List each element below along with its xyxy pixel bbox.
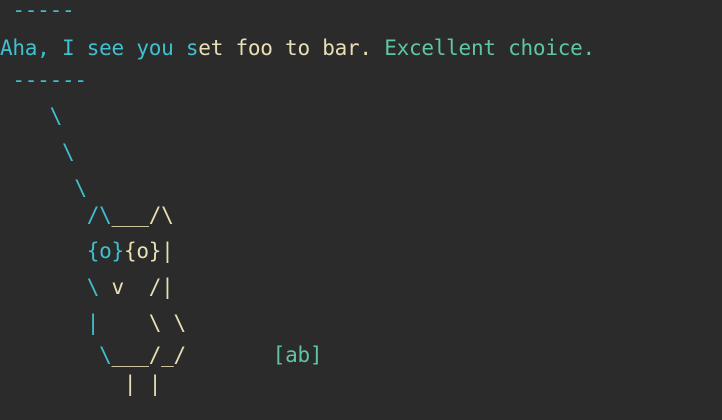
terminal-text-segment: \ (0, 140, 75, 164)
terminal-text-segment: ___/_/ (111, 343, 187, 367)
terminal-text-segment: \ (0, 275, 100, 299)
terminal-text-segment: \ (0, 104, 63, 128)
terminal-text-segment: \ (0, 343, 112, 367)
terminal-text-segment: | | (0, 372, 162, 396)
terminal-text-segment: ___/\ (111, 203, 174, 227)
terminal-text-segment: {o} (0, 239, 124, 263)
terminal-text-segment: et foo to bar. (198, 36, 385, 60)
terminal-text-segment: \ \ (99, 311, 186, 335)
speech-bubble-bottom-border: ------ (0, 64, 87, 96)
terminal-text-segment: v /| (99, 275, 174, 299)
speech-tail-line-1: \ (0, 100, 63, 132)
terminal-text-segment: {o}| (123, 239, 174, 263)
terminal-text-segment: ----- (0, 0, 75, 22)
terminal-text-segment: Aha, I see you s (0, 36, 199, 60)
terminal-window: ----- Aha, I see you set foo to bar. Exce… (0, 0, 722, 420)
terminal-text-segment: ------ (0, 68, 87, 92)
cat-ascii-ears: /\___/\ (0, 199, 174, 231)
terminal-text-segment: Excellent choice. (384, 36, 595, 60)
speech-tail-line-2: \ (0, 136, 75, 168)
cat-ascii-nose: \ v /| (0, 271, 174, 303)
mode-indicator: [ab] (272, 343, 323, 367)
cat-ascii-body: | \ \ (0, 307, 186, 339)
cat-ascii-feet: \___/_/ [ab] (0, 339, 322, 371)
terminal-text-segment: | (0, 311, 100, 335)
terminal-text-segment: /\ (0, 203, 112, 227)
cat-ascii-legs: | | (0, 368, 161, 400)
speech-bubble-message: Aha, I see you set foo to bar. Excellent… (0, 32, 595, 64)
speech-bubble-top-border: ----- (0, 0, 74, 26)
cat-ascii-eyes: {o}{o}| (0, 235, 174, 267)
terminal-text-segment: \ (0, 176, 87, 200)
